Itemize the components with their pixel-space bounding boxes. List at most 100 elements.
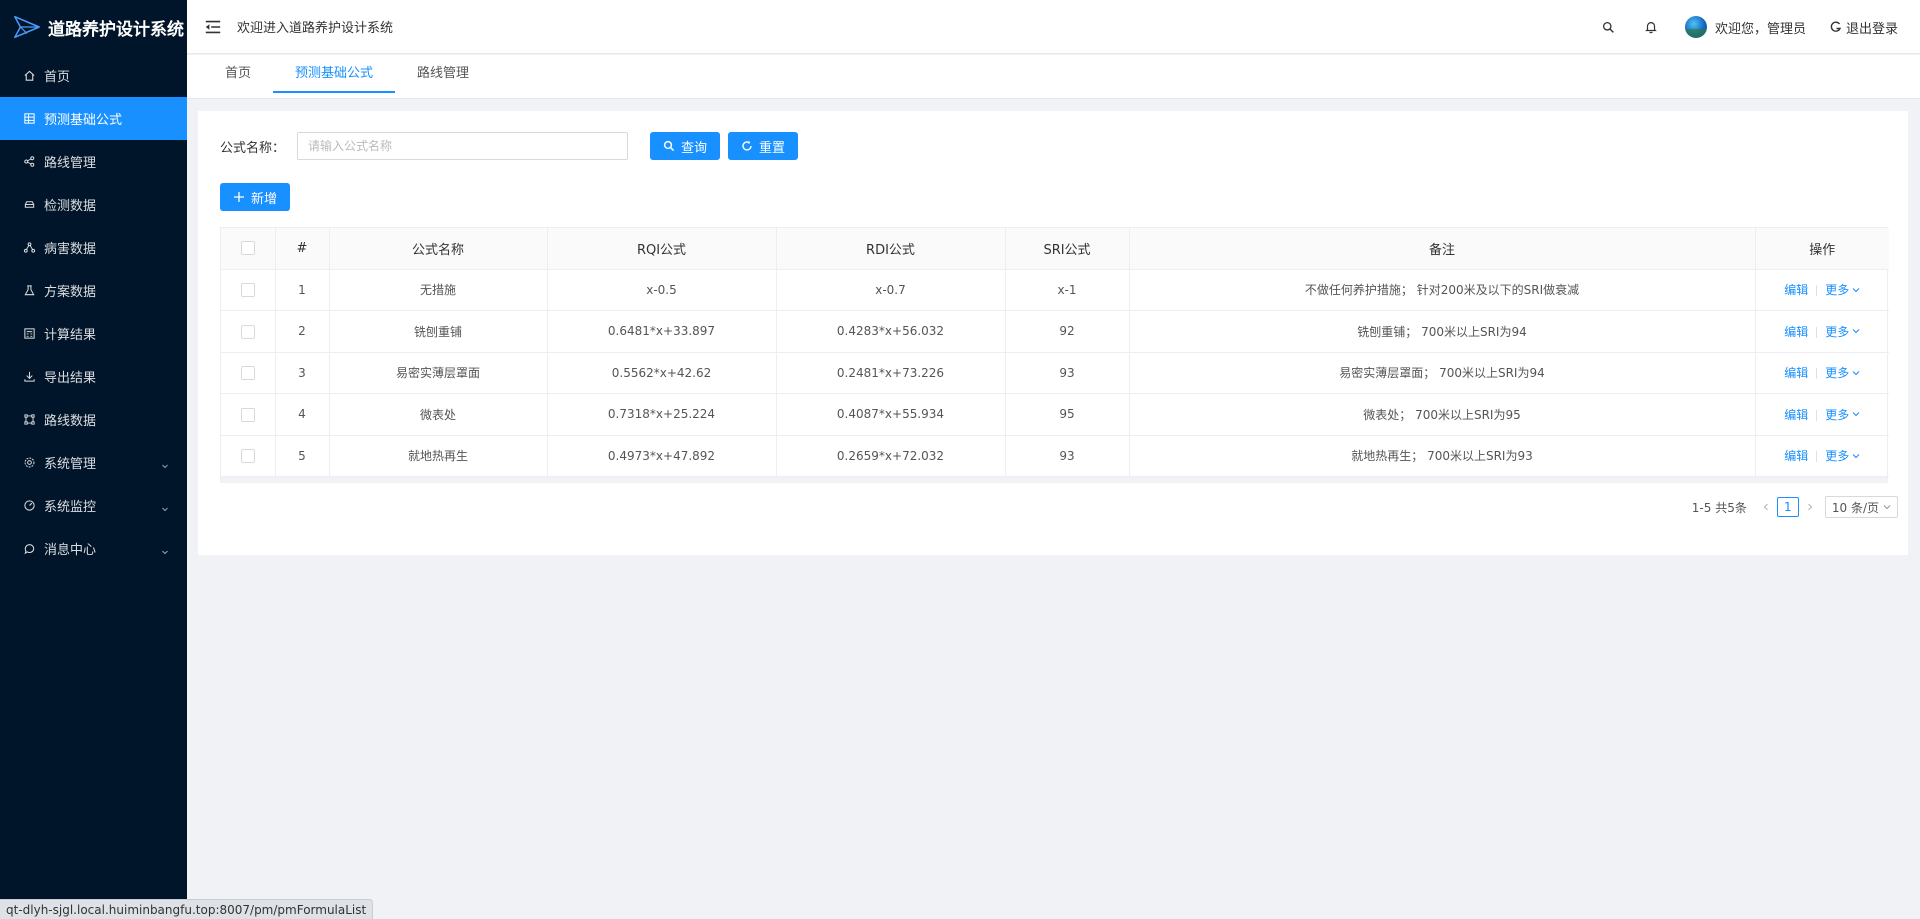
prev-page-icon[interactable] <box>1759 497 1773 517</box>
sidebar-item-experiment[interactable]: 方案数据 <box>0 269 187 312</box>
sidebar-item-label: 路线数据 <box>44 414 97 429</box>
action-divider <box>1816 326 1818 338</box>
tab-formula[interactable]: 预测基础公式 <box>273 55 396 99</box>
sidebar-item-table[interactable]: 预测基础公式 <box>0 97 187 140</box>
cell-actions: 编辑 更多 <box>1755 435 1889 477</box>
cell-note: 微表处； 700米以上SRI为95 <box>1129 393 1756 436</box>
sidebar-item-message[interactable]: 消息中心 <box>0 527 187 570</box>
formula-name-input[interactable] <box>297 132 629 160</box>
add-button[interactable]: 新增 <box>220 183 291 211</box>
more-dropdown[interactable]: 更多 <box>1825 406 1860 423</box>
menu-fold-icon[interactable] <box>203 17 223 37</box>
sidebar-item-dashboard[interactable]: 系统监控 <box>0 484 187 527</box>
cell-actions: 编辑 更多 <box>1755 310 1889 353</box>
cell-rqi: 0.6481*x+33.897 <box>547 310 777 353</box>
action-divider <box>1816 368 1818 380</box>
logout-button[interactable]: 退出登录 <box>1830 18 1898 37</box>
avatar[interactable] <box>1684 16 1707 38</box>
page-size-select[interactable]: 10 条/页 <box>1824 496 1898 518</box>
page-number[interactable]: 1 <box>1776 497 1799 517</box>
reset-button[interactable]: 重置 <box>728 132 799 160</box>
select-all-checkbox[interactable] <box>240 241 255 256</box>
more-dropdown[interactable]: 更多 <box>1825 447 1860 464</box>
tab-home[interactable]: 首页 <box>203 55 273 99</box>
app-logo[interactable]: 道路养护设计系统 <box>0 0 187 54</box>
calculator-icon <box>22 327 36 341</box>
cell-name: 铣刨重铺 <box>329 310 548 353</box>
more-dropdown[interactable]: 更多 <box>1825 323 1860 340</box>
col-header-name: 公式名称 <box>329 228 548 270</box>
sidebar-item-cluster[interactable]: 病害数据 <box>0 226 187 269</box>
query-label: 查询 <box>681 140 708 156</box>
bell-icon[interactable] <box>1643 19 1659 35</box>
tab-route[interactable]: 路线管理 <box>395 55 491 99</box>
chevron-down-icon <box>161 545 169 554</box>
chevron-down-icon <box>161 459 169 468</box>
share-icon <box>22 155 36 169</box>
row-checkbox[interactable] <box>240 324 255 339</box>
row-checkbox[interactable] <box>240 366 255 380</box>
cell-name: 就地热再生 <box>329 435 548 477</box>
logout-label: 退出登录 <box>1845 21 1898 37</box>
formula-table: # 公式名称 RQI公式 RDI公式 SRI公式 备注 操作 1 无措施 x-0.5… <box>220 227 1889 483</box>
logout-icon <box>1830 21 1842 32</box>
sidebar-item-label: 路线管理 <box>44 156 97 171</box>
more-label: 更多 <box>1825 407 1850 422</box>
sidebar-item-share[interactable]: 路线管理 <box>0 140 187 183</box>
row-checkbox[interactable] <box>240 449 255 463</box>
row-select-cell <box>221 435 276 477</box>
cell-name: 易密实薄层罩面 <box>329 352 548 394</box>
cell-rdi: 0.4087*x+55.934 <box>776 393 1006 436</box>
reset-label: 重置 <box>759 140 786 156</box>
cell-note: 不做任何养护措施； 针对200米及以下的SRI做衰减 <box>1129 269 1756 311</box>
sidebar: 道路养护设计系统 首页预测基础公式 路线管理检测数据病害数据 方案数据 计算结果导出结… <box>0 0 187 919</box>
sidebar-item-label: 导出结果 <box>44 371 97 386</box>
edit-link[interactable]: 编辑 <box>1784 325 1808 339</box>
user-greeting[interactable]: 欢迎您，管理员 <box>1715 18 1806 37</box>
sidebar-item-calculator[interactable]: 计算结果 <box>0 312 187 355</box>
dashboard-icon <box>22 499 36 513</box>
chevron-down-icon <box>1852 329 1860 334</box>
table-row: 3 易密实薄层罩面 0.5562*x+42.62 0.2481*x+73.226 93 易… <box>221 352 1889 394</box>
chevron-down-icon <box>1852 453 1860 459</box>
edit-link[interactable]: 编辑 <box>1784 408 1808 422</box>
row-checkbox[interactable] <box>240 283 255 297</box>
sidebar-item-label: 检测数据 <box>44 199 97 214</box>
edit-link[interactable]: 编辑 <box>1784 449 1808 463</box>
more-dropdown[interactable]: 更多 <box>1825 281 1860 298</box>
cell-rdi: x-0.7 <box>776 269 1006 311</box>
cluster-icon <box>22 241 36 255</box>
cell-rqi: 0.5562*x+42.62 <box>547 352 777 394</box>
cell-rqi: x-0.5 <box>547 269 777 311</box>
chevron-down-icon <box>1883 505 1891 510</box>
row-select-cell <box>221 393 276 436</box>
more-dropdown[interactable]: 更多 <box>1825 364 1860 381</box>
sidebar-item-label: 消息中心 <box>44 543 97 558</box>
query-button[interactable]: 查询 <box>650 132 721 160</box>
sidebar-item-node[interactable]: 路线数据 <box>0 398 187 441</box>
search-icon[interactable] <box>1601 19 1617 35</box>
edit-link[interactable]: 编辑 <box>1784 366 1808 380</box>
sidebar-item-home[interactable]: 首页 <box>0 54 187 97</box>
pagination-total: 1-5 共5条 <box>1691 500 1747 515</box>
sidebar-item-setting[interactable]: 系统管理 <box>0 441 187 484</box>
sidebar-item-download[interactable]: 导出结果 <box>0 355 187 398</box>
col-header-sri: SRI公式 <box>1005 228 1130 270</box>
welcome-text: 欢迎进入道路养护设计系统 <box>237 21 394 36</box>
cell-actions: 编辑 更多 <box>1755 352 1889 394</box>
cell-rqi: 0.7318*x+25.224 <box>547 393 777 436</box>
sidebar-menu: 首页预测基础公式 路线管理检测数据病害数据 方案数据 计算结果导出结果路线数据系统管理… <box>0 54 187 570</box>
browser-status-url: qt-dlyh-sjgl.local.huiminbangfu.top:8007… <box>0 899 374 919</box>
sidebar-item-label: 系统监控 <box>44 500 97 515</box>
next-page-icon[interactable] <box>1803 497 1817 517</box>
header-right: 欢迎您，管理员 退出登录 <box>1601 0 1898 54</box>
row-checkbox[interactable] <box>240 407 255 422</box>
table-row: 4 微表处 0.7318*x+25.224 0.4087*x+55.934 95 微表处；… <box>221 393 1889 436</box>
add-label: 新增 <box>251 191 278 207</box>
top-header: 欢迎进入道路养护设计系统 欢迎您，管理员 退出登录 <box>187 0 1920 54</box>
edit-link[interactable]: 编辑 <box>1784 283 1808 297</box>
sidebar-item-label: 预测基础公式 <box>44 113 123 128</box>
reload-icon <box>742 140 752 151</box>
sidebar-item-car[interactable]: 检测数据 <box>0 183 187 226</box>
page-size-value: 10 条/页 <box>1831 500 1879 515</box>
